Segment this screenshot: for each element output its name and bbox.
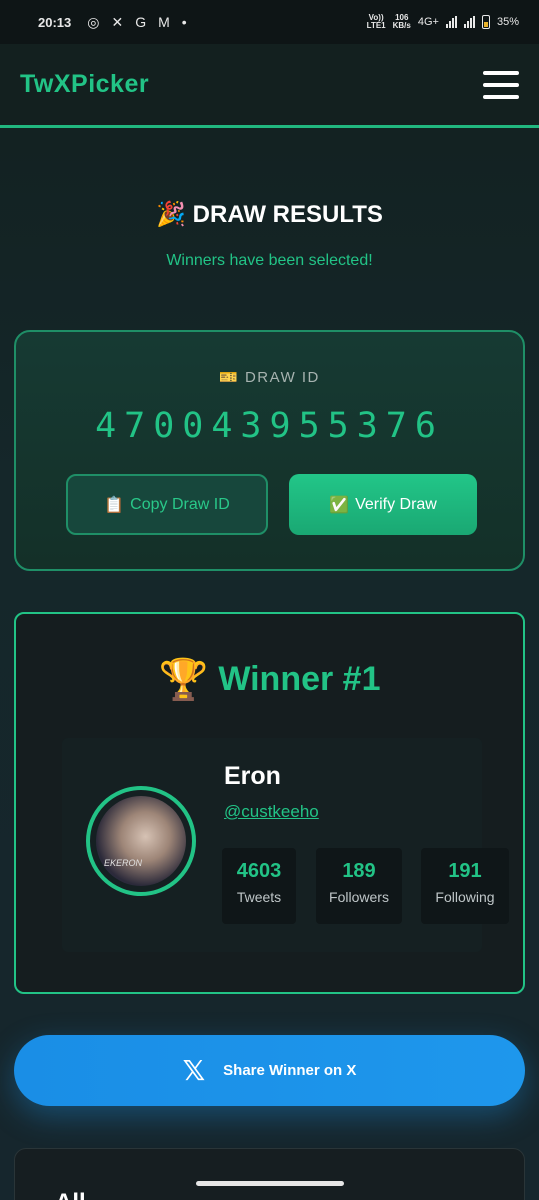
results-subtitle: Winners have been selected! — [166, 252, 373, 269]
notification-dot: • — [181, 14, 187, 30]
copy-draw-id-label: Copy Draw ID — [130, 495, 230, 513]
results-title-text: DRAW RESULTS — [192, 201, 383, 228]
all-participants-card: All — [14, 1148, 525, 1200]
x-logo-icon: 𝕏 — [182, 1055, 206, 1086]
stat-tweets: 4603 Tweets — [222, 848, 296, 924]
g-icon: G — [135, 14, 147, 30]
avatar[interactable]: EKERON — [96, 796, 186, 886]
stat-followers: 189 Followers — [316, 848, 402, 924]
all-participants-title: All — [55, 1189, 86, 1200]
share-winner-button[interactable]: 𝕏 Share Winner on X — [14, 1035, 525, 1106]
avatar-watermark: EKERON — [104, 858, 143, 868]
status-left: 20:13 ◎ ✕ G M • — [38, 15, 187, 30]
share-winner-label: Share Winner on X — [223, 1062, 357, 1079]
winner-title-text: Winner #1 — [218, 660, 381, 698]
network-speed: 106 KB/s — [393, 14, 411, 30]
hamburger-menu-button[interactable] — [483, 70, 519, 99]
signal-icon — [445, 16, 457, 28]
app-header: TwXPicker — [0, 44, 539, 128]
menu-bar-icon — [483, 70, 519, 75]
draw-id-label: 🎫 DRAW ID — [16, 368, 523, 386]
menu-bar-icon — [483, 82, 519, 87]
ticket-icon: 🎫 — [219, 369, 240, 386]
copy-draw-id-button[interactable]: 📋 Copy Draw ID — [66, 474, 268, 535]
brand-logo[interactable]: TwXPicker — [20, 70, 149, 99]
winner-card: 🏆 Winner #1 EKERON Eron @custkeeho 4603 … — [14, 612, 525, 994]
avatar-ring: EKERON — [86, 786, 196, 896]
network-type: 4G+ — [417, 16, 439, 28]
stat-following: 191 Following — [421, 848, 509, 924]
stat-label: Followers — [329, 889, 389, 905]
draw-id-card: 🎫 DRAW ID 470043955376 📋 Copy Draw ID ✅ … — [14, 330, 525, 571]
check-icon: ✅ — [329, 496, 350, 514]
speed-unit: KB/s — [392, 21, 411, 30]
trophy-icon: 🏆 — [158, 658, 209, 702]
stat-value: 191 — [448, 860, 482, 882]
stat-label: Following — [435, 889, 495, 905]
home-indicator[interactable] — [196, 1181, 344, 1186]
status-time: 20:13 — [38, 14, 72, 30]
winner-handle-link[interactable]: @custkeeho — [224, 802, 319, 822]
winner-title: 🏆 Winner #1 — [16, 656, 523, 703]
gmail-icon: M — [158, 14, 170, 30]
verify-draw-button[interactable]: ✅ Verify Draw — [289, 474, 477, 535]
menu-bar-icon — [483, 94, 519, 99]
volte-indicator: Vo)) LTE1 — [366, 13, 386, 30]
status-right: Vo)) LTE1 106 KB/s 4G+ 35% — [367, 14, 519, 30]
x-icon: ✕ — [111, 14, 124, 30]
winner-name: Eron — [224, 762, 281, 790]
results-title: 🎉 DRAW RESULTS — [0, 200, 539, 229]
draw-id-label-text: DRAW ID — [244, 369, 320, 386]
stat-label: Tweets — [236, 889, 282, 905]
draw-id-value: 470043955376 — [95, 406, 444, 446]
instagram-icon: ◎ — [87, 14, 100, 30]
party-icon: 🎉 — [156, 201, 186, 228]
stat-value: 4603 — [236, 860, 282, 882]
signal-icon-2 — [463, 16, 475, 28]
battery-icon — [481, 15, 490, 29]
stat-value: 189 — [342, 860, 376, 882]
battery-percent: 35% — [496, 16, 519, 28]
clipboard-icon: 📋 — [104, 496, 125, 514]
status-bar: 20:13 ◎ ✕ G M • Vo)) LTE1 106 KB/s 4G+ 35… — [0, 0, 539, 44]
verify-draw-label: Verify Draw — [355, 495, 437, 513]
